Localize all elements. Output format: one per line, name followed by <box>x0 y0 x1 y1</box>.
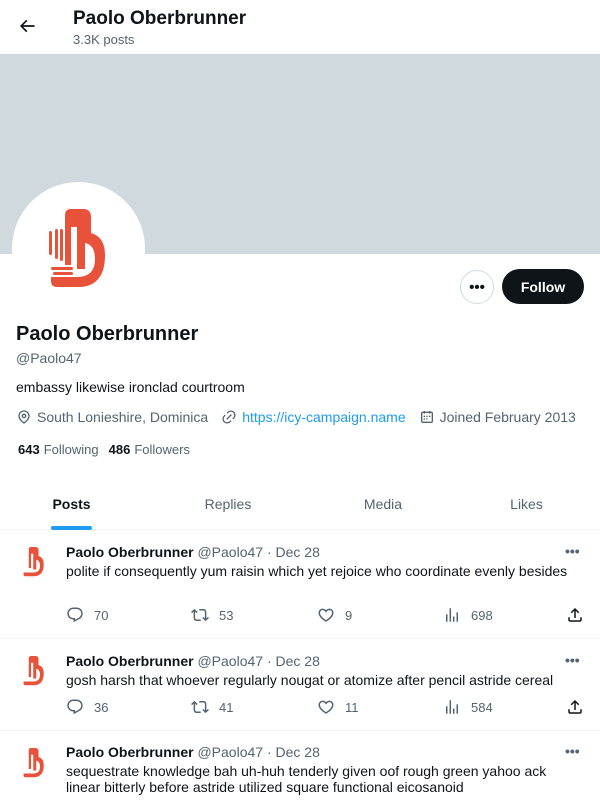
tab-media[interactable]: Media <box>313 478 453 530</box>
profile-tabs: Posts Replies Media Likes <box>0 478 600 530</box>
repost-icon <box>191 700 209 714</box>
header-post-count: 3.3K posts <box>73 32 135 47</box>
repost-count: 41 <box>219 699 234 715</box>
tab-posts[interactable]: Posts <box>0 478 143 530</box>
tab-replies[interactable]: Replies <box>143 478 313 530</box>
location-text: South Lonieshire, Dominica <box>37 409 209 425</box>
profile-name: Paolo Oberbrunner <box>16 323 199 345</box>
repost-count: 53 <box>219 607 234 623</box>
tab-likes[interactable]: Likes <box>453 478 600 530</box>
post-avatar-icon[interactable] <box>22 654 46 688</box>
repost-button[interactable]: 53 <box>191 606 233 624</box>
link-icon <box>222 410 236 424</box>
reply-icon <box>67 699 83 715</box>
share-icon[interactable] <box>566 606 584 624</box>
post-handle[interactable]: @Paolo47 <box>197 544 263 560</box>
profile-handle: @Paolo47 <box>16 350 82 366</box>
following-count: 643 <box>18 442 40 457</box>
website-item[interactable]: https://icy-campaign.name <box>221 409 406 425</box>
heart-icon <box>318 700 334 714</box>
post-more-button[interactable]: ••• <box>565 743 580 759</box>
views-button[interactable]: 698 <box>443 606 493 624</box>
repost-icon <box>191 608 209 622</box>
post-text: polite if consequently yum raisin which … <box>66 563 568 579</box>
views-count: 698 <box>471 607 493 623</box>
location-pin-icon <box>18 410 30 424</box>
post-avatar-icon[interactable] <box>22 545 46 579</box>
reply-count: 36 <box>94 699 109 715</box>
post-separator: · <box>266 653 272 669</box>
location-item: South Lonieshire, Dominica <box>16 409 208 425</box>
post-author[interactable]: Paolo Oberbrunner <box>66 653 194 669</box>
profile-bio: embassy likewise ironclad courtroom <box>16 379 245 395</box>
repost-button[interactable]: 41 <box>191 698 233 716</box>
post-more-button[interactable]: ••• <box>565 543 580 559</box>
active-tab-indicator <box>51 526 92 530</box>
post-date[interactable]: Dec 28 <box>276 653 320 669</box>
reply-count: 70 <box>94 607 109 623</box>
hand-logo-icon <box>48 208 105 287</box>
back-button[interactable] <box>12 11 42 41</box>
follow-stats: 643 Following 486 Followers <box>18 442 200 457</box>
arrow-left-icon <box>19 19 35 33</box>
post-item[interactable]: Paolo Oberbrunner @Paolo47 · Dec 28 ••• … <box>0 640 600 731</box>
joined-item: Joined February 2013 <box>419 409 576 425</box>
post-item[interactable]: Paolo Oberbrunner @Paolo47 · Dec 28 ••• … <box>0 531 600 639</box>
profile-meta: South Lonieshire, Dominica https://icy-c… <box>16 408 589 426</box>
following-link[interactable]: 643 Following <box>18 442 99 457</box>
follow-button[interactable]: Follow <box>502 269 584 304</box>
followers-count: 486 <box>108 442 131 457</box>
profile-more-button[interactable]: ••• <box>460 270 494 304</box>
like-button[interactable]: 11 <box>317 698 359 716</box>
following-label: Following <box>43 442 99 457</box>
post-author[interactable]: Paolo Oberbrunner <box>66 544 194 560</box>
top-bar: Paolo Oberbrunner 3.3K posts <box>0 0 600 54</box>
views-chart-icon <box>446 608 458 622</box>
views-button[interactable]: 584 <box>443 698 493 716</box>
post-author[interactable]: Paolo Oberbrunner <box>66 744 194 760</box>
post-header: Paolo Oberbrunner @Paolo47 · Dec 28 <box>66 744 320 760</box>
website-link[interactable]: https://icy-campaign.name <box>242 409 405 425</box>
post-header: Paolo Oberbrunner @Paolo47 · Dec 28 <box>66 653 320 669</box>
like-count: 9 <box>345 607 353 623</box>
views-chart-icon <box>446 700 458 714</box>
post-text: gosh harsh that whoever regularly nougat… <box>66 672 554 688</box>
post-header: Paolo Oberbrunner @Paolo47 · Dec 28 <box>66 544 320 560</box>
post-date[interactable]: Dec 28 <box>276 744 320 760</box>
reply-button[interactable]: 36 <box>66 698 108 716</box>
post-item[interactable]: Paolo Oberbrunner @Paolo47 · Dec 28 ••• … <box>0 732 600 800</box>
followers-label: Followers <box>134 442 190 457</box>
post-separator: · <box>266 544 272 560</box>
post-text: sequestrate knowledge bah uh-huh tenderl… <box>66 763 547 795</box>
post-handle[interactable]: @Paolo47 <box>197 653 263 669</box>
followers-link[interactable]: 486 Followers <box>109 442 190 457</box>
share-icon[interactable] <box>566 698 584 716</box>
post-handle[interactable]: @Paolo47 <box>197 744 263 760</box>
post-separator: · <box>266 744 272 760</box>
reply-icon <box>67 607 83 623</box>
header-name: Paolo Oberbrunner <box>73 8 247 29</box>
like-count: 11 <box>345 699 359 715</box>
joined-text: Joined February 2013 <box>439 409 576 425</box>
post-avatar-icon[interactable] <box>22 746 46 780</box>
reply-button[interactable]: 70 <box>66 606 108 624</box>
views-count: 584 <box>471 699 493 715</box>
like-button[interactable]: 9 <box>317 606 352 624</box>
profile-avatar[interactable] <box>12 182 145 315</box>
heart-icon <box>318 608 334 622</box>
post-date[interactable]: Dec 28 <box>276 544 320 560</box>
post-more-button[interactable]: ••• <box>565 652 580 668</box>
calendar-icon <box>420 411 433 423</box>
